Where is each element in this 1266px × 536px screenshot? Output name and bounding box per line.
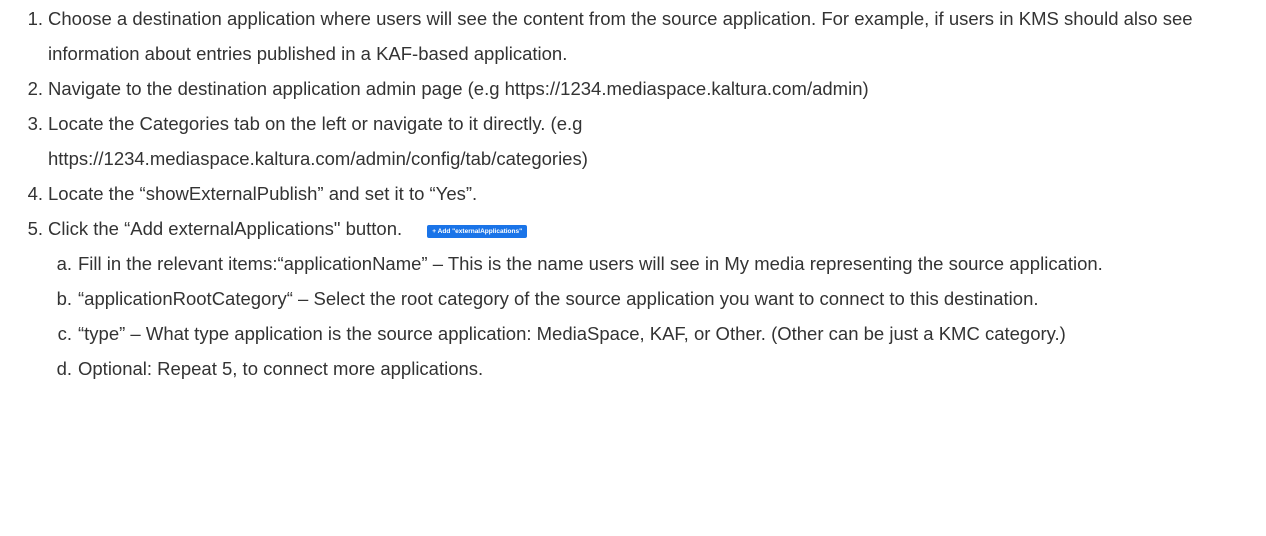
step-number: 4 [9, 176, 43, 211]
substep-text: Fill in the relevant items:“applicationN… [78, 253, 1103, 274]
step-item: 2 Navigate to the destination applicatio… [28, 71, 1266, 106]
substeps-list: a Fill in the relevant items:“applicatio… [48, 246, 1266, 386]
step-item: 5 Click the “Add externalApplications" b… [28, 211, 1266, 386]
step-number: 5 [9, 211, 43, 246]
step-text: Locate the Categories tab on the left or… [48, 113, 588, 169]
substep-item: a Fill in the relevant items:“applicatio… [57, 246, 1228, 281]
step-item: 3 Locate the Categories tab on the left … [28, 106, 848, 176]
substep-letter: d [48, 351, 72, 386]
substep-letter: a [48, 246, 72, 281]
step-number: 1 [9, 1, 43, 36]
step-item: 4 Locate the “showExternalPublish” and s… [28, 176, 1266, 211]
steps-list: 1 Choose a destination application where… [0, 1, 1266, 386]
substep-text: “applicationRootCategory“ – Select the r… [78, 288, 1039, 309]
add-external-applications-button[interactable]: + Add "externalApplications" [427, 224, 528, 238]
substep-item: d Optional: Repeat 5, to connect more ap… [57, 351, 1266, 386]
substep-text: Optional: Repeat 5, to connect more appl… [78, 358, 484, 379]
step-number: 3 [9, 106, 43, 141]
step-text: Choose a destination application where u… [48, 8, 1193, 64]
substep-item: c “type” – What type application is the … [58, 316, 1228, 351]
instructions-document: 1 Choose a destination application where… [0, 0, 1266, 386]
substep-letter: b [48, 281, 72, 316]
step-text: Navigate to the destination application … [48, 78, 869, 99]
step-number: 2 [9, 71, 43, 106]
substep-item: b “applicationRootCategory“ – Select the… [57, 281, 1228, 316]
substep-text: “type” – What type application is the so… [78, 323, 1066, 344]
step-text: Locate the “showExternalPublish” and set… [48, 183, 478, 204]
substep-letter: c [48, 316, 72, 351]
step-item: 1 Choose a destination application where… [28, 1, 1218, 71]
step-text: Click the “Add externalApplications" but… [48, 218, 403, 239]
